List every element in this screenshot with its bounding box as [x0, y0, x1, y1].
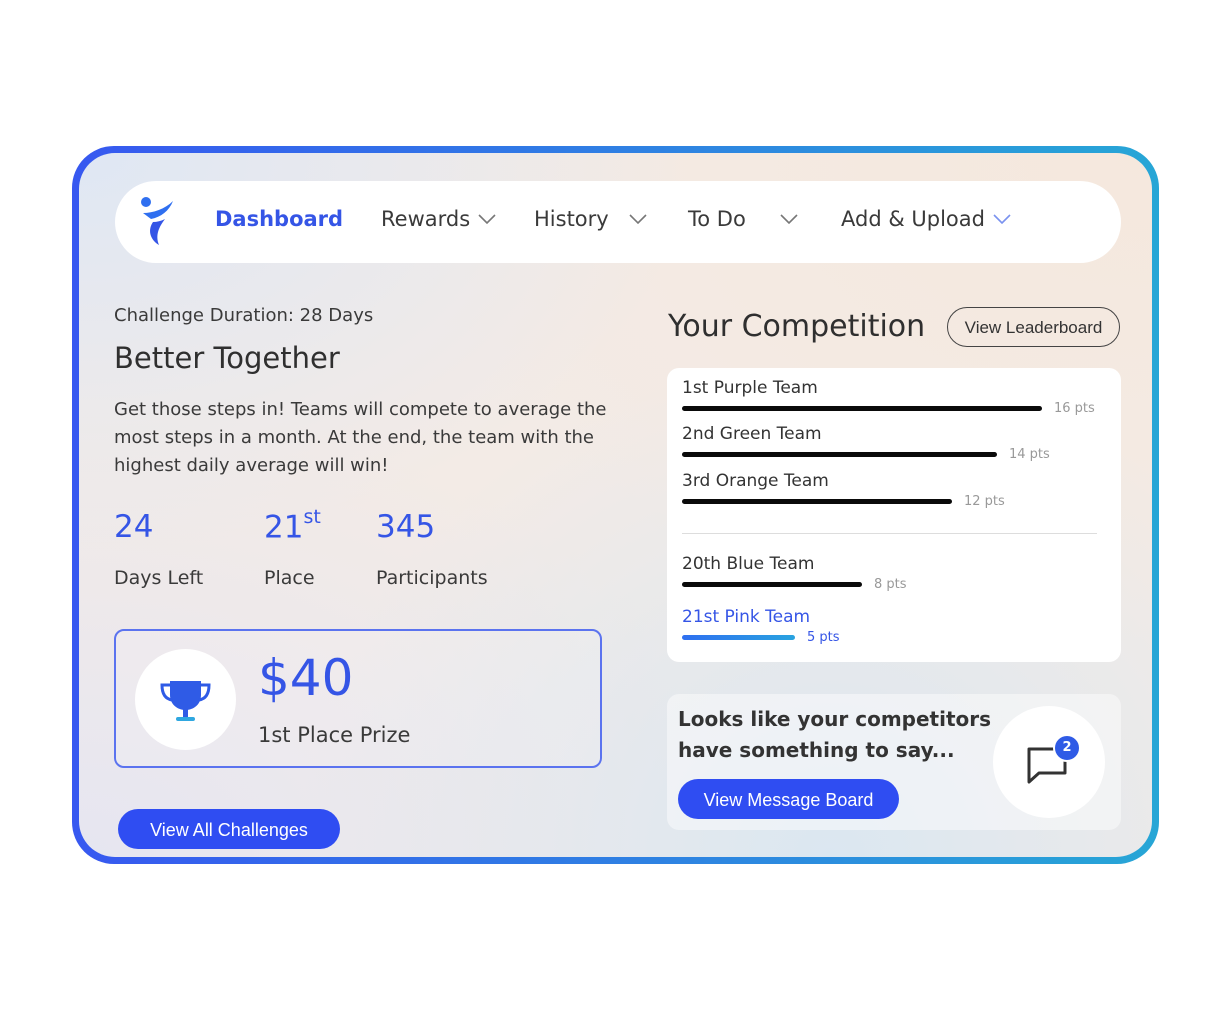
team-name: 1st Purple Team — [682, 378, 818, 398]
chevron-down-icon — [780, 214, 798, 224]
team-points: 5 pts — [807, 630, 840, 645]
brand-logo-icon[interactable] — [139, 195, 175, 247]
days-left-label: Days Left — [114, 567, 204, 589]
nav-history[interactable]: History — [534, 207, 647, 231]
message-badge-circle[interactable]: 2 — [993, 706, 1105, 818]
message-prompt: Looks like your competitors have somethi… — [678, 707, 992, 762]
competition-card: 1st Purple Team 16 pts 2nd Green Team 14 pt… — [667, 368, 1121, 662]
nav-dashboard-label: Dashboard — [215, 207, 344, 231]
team-score-bar — [682, 499, 952, 504]
trophy-icon — [160, 681, 211, 721]
prize-card: $40 1st Place Prize — [114, 629, 602, 768]
trophy-badge — [135, 649, 236, 750]
dashboard-panel: Dashboard Rewards History To Do Add & Up… — [79, 153, 1152, 857]
view-leaderboard-button[interactable]: View Leaderboard — [947, 307, 1120, 347]
team-score-bar — [682, 406, 1042, 411]
team-name: 20th Blue Team — [682, 554, 815, 574]
nav-todo[interactable]: To Do — [688, 207, 798, 231]
prize-amount: $40 — [258, 649, 354, 707]
team-points: 14 pts — [1009, 447, 1050, 462]
chevron-down-icon — [478, 214, 496, 224]
participants-label: Participants — [376, 567, 488, 589]
nav-add-upload-label: Add & Upload — [841, 207, 985, 231]
dashboard-frame: Dashboard Rewards History To Do Add & Up… — [72, 146, 1159, 864]
prize-label: 1st Place Prize — [258, 723, 411, 747]
view-all-challenges-button[interactable]: View All Challenges — [118, 809, 340, 849]
challenge-title: Better Together — [114, 341, 340, 375]
chevron-down-icon — [993, 214, 1011, 224]
chat-bubble-icon — [1027, 747, 1067, 784]
nav-rewards-label: Rewards — [381, 207, 471, 231]
team-score-bar — [682, 635, 795, 640]
top-nav: Dashboard Rewards History To Do Add & Up… — [115, 181, 1121, 263]
place-suffix: st — [303, 506, 321, 528]
team-points: 12 pts — [964, 494, 1005, 509]
nav-dashboard[interactable]: Dashboard — [215, 207, 343, 231]
nav-todo-label: To Do — [688, 207, 746, 231]
team-name: 3rd Orange Team — [682, 471, 829, 491]
ranking-divider — [682, 533, 1097, 534]
nav-add-upload[interactable]: Add & Upload — [841, 207, 1011, 231]
team-points: 16 pts — [1054, 401, 1095, 416]
challenge-duration: Challenge Duration: 28 Days — [114, 305, 374, 326]
team-points: 8 pts — [874, 577, 907, 592]
message-card: Looks like your competitors have somethi… — [667, 694, 1121, 830]
challenge-description: Get those steps in! Teams will compete t… — [114, 399, 607, 476]
nav-rewards[interactable]: Rewards — [381, 207, 496, 231]
competition-title: Your Competition — [668, 309, 926, 344]
participants-value: 345 — [376, 509, 436, 545]
notification-count-badge: 2 — [1053, 734, 1081, 762]
place-number: 21 — [264, 509, 304, 546]
team-score-bar — [682, 582, 862, 587]
team-score-bar — [682, 452, 997, 457]
team-name: 21st Pink Team — [682, 607, 811, 627]
chevron-down-icon — [629, 214, 647, 224]
days-left-value: 24 — [114, 509, 154, 545]
view-message-board-button[interactable]: View Message Board — [678, 779, 899, 819]
place-label: Place — [264, 567, 315, 589]
nav-history-label: History — [534, 207, 609, 231]
place-value: 21st — [264, 506, 321, 546]
team-name: 2nd Green Team — [682, 424, 822, 444]
